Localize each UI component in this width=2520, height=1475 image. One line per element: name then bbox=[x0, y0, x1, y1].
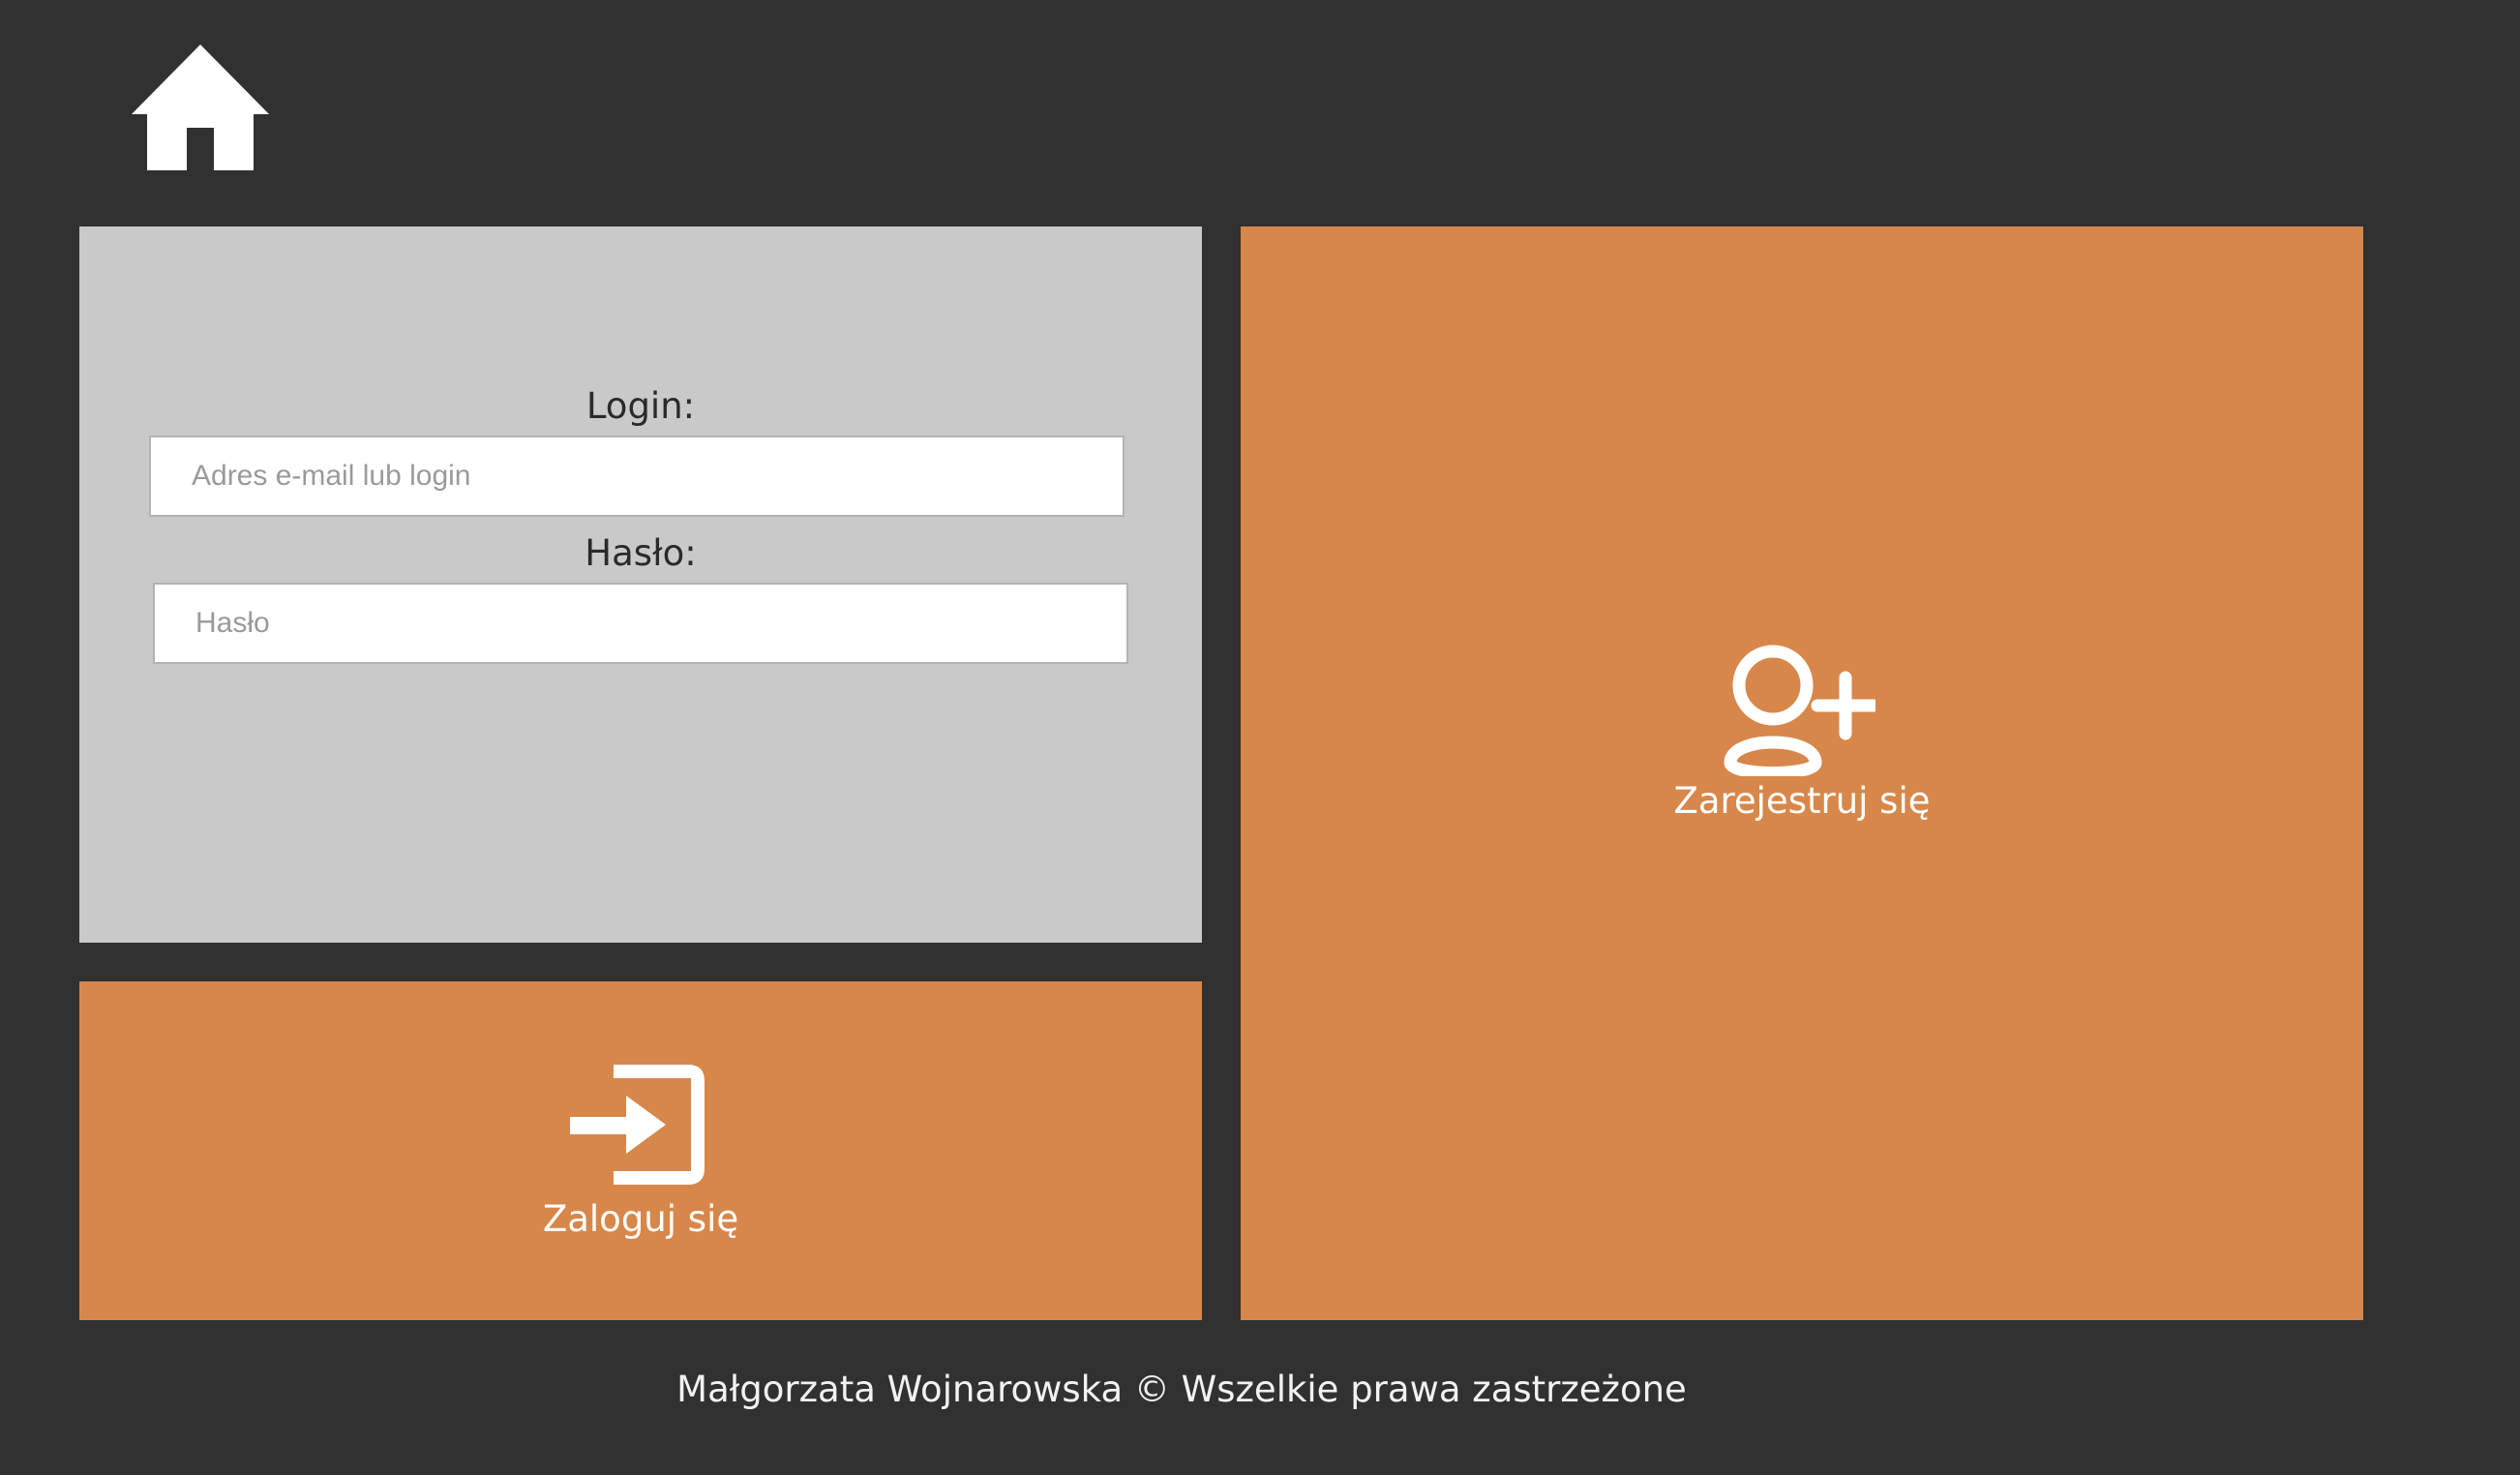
password-input[interactable] bbox=[153, 583, 1128, 664]
login-button-label: Zaloguj się bbox=[542, 1198, 739, 1240]
login-button[interactable]: Zaloguj się bbox=[79, 981, 1202, 1320]
password-label: Hasło: bbox=[585, 532, 697, 574]
register-button-label: Zarejestruj się bbox=[1673, 780, 1931, 822]
home-icon[interactable] bbox=[132, 45, 269, 170]
register-button[interactable]: Zarejestruj się bbox=[1241, 226, 2363, 1320]
footer-copyright: Małgorzata Wojnarowska © Wszelkie prawa … bbox=[676, 1369, 1687, 1410]
login-input[interactable] bbox=[149, 436, 1125, 517]
login-label: Login: bbox=[585, 385, 696, 427]
user-plus-icon bbox=[1723, 643, 1875, 776]
login-form-panel: Login: Hasło: bbox=[79, 226, 1202, 943]
sign-in-icon bbox=[568, 1057, 713, 1192]
